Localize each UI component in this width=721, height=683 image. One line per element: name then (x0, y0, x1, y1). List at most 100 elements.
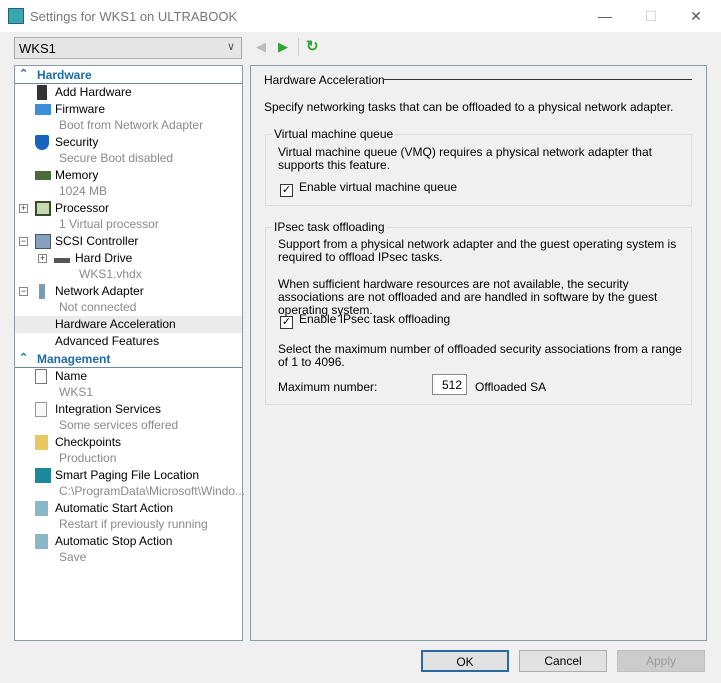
maximize-button[interactable]: ☐ (641, 6, 661, 26)
apply-button[interactable]: Apply (617, 650, 705, 672)
ipsec-group: IPsec task offloading Support from a phy… (265, 220, 692, 405)
stop-action-icon (35, 534, 48, 549)
item-sublabel: C:\ProgramData\Microsoft\Windo... (59, 484, 246, 498)
item-sublabel: 1024 MB (59, 184, 108, 198)
item-sublabel: 1 Virtual processor (59, 217, 159, 231)
item-label: Smart Paging File Location (55, 468, 200, 482)
group-label: IPsec task offloading (272, 220, 387, 234)
item-sublabel: Some services offered (59, 418, 179, 432)
tree-item-firmware[interactable]: Firmware Boot from Network Adapter (15, 101, 242, 134)
item-label: Automatic Stop Action (55, 534, 173, 548)
checkpoints-icon (35, 435, 48, 450)
checkbox-checked-icon: ✓ (280, 184, 293, 197)
checkbox-label: Enable virtual machine queue (299, 180, 458, 194)
item-label: Security (55, 135, 99, 149)
item-sublabel: WKS1 (59, 385, 94, 399)
title-bar: Settings for WKS1 on ULTRABOOK — ☐ ✕ (0, 0, 721, 32)
tree-item-processor[interactable]: + Processor 1 Virtual processor (15, 200, 242, 233)
shield-icon (35, 135, 49, 150)
toolbar-divider (298, 38, 299, 56)
item-sublabel: Boot from Network Adapter (59, 118, 204, 132)
refresh-icon[interactable]: ↻ (306, 37, 319, 55)
section-label: Hardware (37, 68, 92, 82)
checkbox-checked-icon: ✓ (280, 316, 293, 329)
window-title: Settings for WKS1 on ULTRABOOK (30, 9, 238, 24)
item-sublabel: WKS1.vhdx (79, 267, 142, 281)
tree-item-automatic-stop-action[interactable]: Automatic Stop Action Save (15, 533, 242, 566)
tree-item-advanced-features[interactable]: Advanced Features (15, 333, 242, 350)
vmq-checkbox[interactable]: ✓ Enable virtual machine queue (280, 180, 457, 197)
item-label: Network Adapter (55, 284, 144, 298)
tree-item-smart-paging[interactable]: Smart Paging File Location C:\ProgramData… (15, 467, 246, 500)
cancel-button[interactable]: Cancel (519, 650, 607, 672)
max-number-label: Maximum number: (278, 380, 378, 394)
item-label: Hard Drive (75, 251, 133, 265)
processor-icon (35, 201, 51, 216)
minimize-button[interactable]: — (595, 6, 615, 26)
next-icon[interactable]: ▶ (278, 39, 288, 55)
item-label: Checkpoints (55, 435, 122, 449)
tree-item-security[interactable]: Security Secure Boot disabled (15, 134, 242, 167)
item-label: Processor (55, 201, 110, 215)
tree-item-network-adapter[interactable]: − Network Adapter Not connected (15, 283, 242, 316)
section-label: Management (37, 352, 111, 366)
collapse-icon[interactable]: − (19, 237, 28, 246)
range-text: Select the maximum number of offloaded s… (278, 342, 682, 369)
item-label: Hardware Acceleration (55, 317, 176, 331)
item-label: Automatic Start Action (55, 501, 174, 515)
collapse-icon[interactable]: ⌃ (19, 67, 28, 80)
settings-icon (8, 8, 24, 24)
panel-description: Specify networking tasks that can be off… (264, 100, 674, 114)
item-sublabel: Save (59, 550, 87, 564)
memory-icon (35, 171, 51, 180)
vm-select[interactable]: WKS1 ∨ (14, 37, 242, 59)
tree-item-automatic-start-action[interactable]: Automatic Start Action Restart if previou… (15, 500, 242, 533)
previous-icon[interactable]: ◀ (256, 39, 266, 55)
tree-item-scsi-controller[interactable]: − SCSI Controller (15, 233, 242, 250)
tree-item-name[interactable]: Name WKS1 (15, 368, 242, 401)
tree-item-hardware-acceleration[interactable]: Hardware Acceleration (15, 316, 242, 333)
checkbox-label: Enable IPsec task offloading (299, 312, 451, 326)
add-hardware-icon (37, 85, 47, 100)
ipsec-checkbox[interactable]: ✓ Enable IPsec task offloading (280, 312, 450, 329)
scsi-icon (35, 234, 51, 249)
section-hardware[interactable]: ⌃ Hardware (15, 66, 242, 84)
start-action-icon (35, 501, 48, 516)
tree-item-memory[interactable]: Memory 1024 MB (15, 167, 242, 200)
tree-item-add-hardware[interactable]: Add Hardware (15, 84, 242, 101)
section-management[interactable]: ⌃ Management (15, 350, 242, 368)
collapse-icon[interactable]: ⌃ (19, 351, 28, 364)
firmware-icon (35, 104, 51, 115)
item-label: Memory (55, 168, 99, 182)
unit-label: Offloaded SA (475, 380, 547, 394)
hard-drive-icon (54, 258, 70, 263)
expand-icon[interactable]: + (19, 204, 28, 213)
ok-button[interactable]: OK (421, 650, 509, 672)
vmq-text: Virtual machine queue (VMQ) requires a p… (278, 145, 652, 172)
expand-icon[interactable]: + (38, 254, 47, 263)
integration-services-icon (35, 402, 47, 417)
item-sublabel: Not connected (59, 300, 137, 314)
vmq-group: Virtual machine queue Virtual machine qu… (265, 127, 692, 206)
max-number-input[interactable]: 512 (432, 374, 467, 395)
network-adapter-icon (39, 284, 45, 299)
tree-item-hard-drive[interactable]: + Hard Drive WKS1.vhdx (15, 250, 242, 283)
item-sublabel: Restart if previously running (59, 517, 208, 531)
item-sublabel: Secure Boot disabled (59, 151, 174, 165)
item-label: Name (55, 369, 88, 383)
tree-item-integration-services[interactable]: Integration Services Some services offere… (15, 401, 242, 434)
settings-tree: ⌃ Hardware Add Hardware Firmware Boot from… (14, 65, 246, 641)
smart-paging-icon (35, 468, 51, 483)
item-label: Firmware (55, 102, 105, 116)
title-rule (383, 79, 692, 80)
item-label: Advanced Features (55, 334, 160, 348)
item-label: SCSI Controller (55, 234, 139, 248)
name-icon (35, 369, 47, 384)
item-label: Add Hardware (55, 85, 132, 99)
vm-select-value: WKS1 (19, 41, 56, 56)
collapse-icon[interactable]: − (19, 287, 28, 296)
tree-item-checkpoints[interactable]: Checkpoints Production (15, 434, 242, 467)
close-button[interactable]: ✕ (686, 6, 706, 26)
settings-panel: Hardware Acceleration Specify networking… (250, 65, 707, 641)
chevron-down-icon: ∨ (226, 41, 235, 53)
